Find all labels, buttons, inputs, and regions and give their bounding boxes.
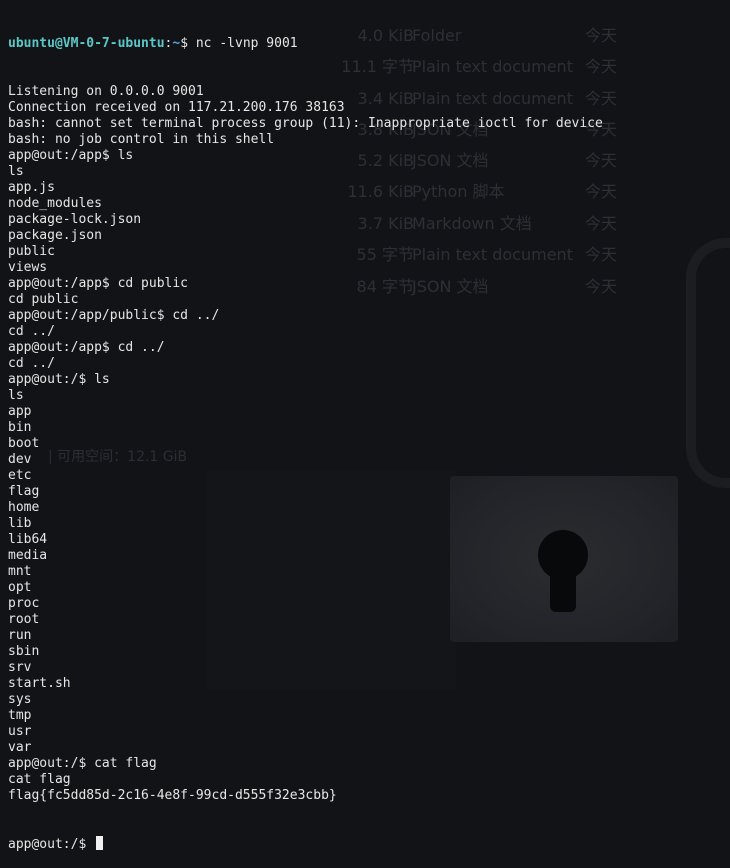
terminal-line: run xyxy=(8,628,32,643)
terminal-line: ls xyxy=(8,388,24,403)
terminal-line: lib64 xyxy=(8,532,48,547)
terminal-line: usr xyxy=(8,724,32,739)
terminal-line: app@out:/app$ cd ../ xyxy=(8,340,165,355)
prompt-user-host: ubuntu@VM-0-7-ubuntu xyxy=(8,36,165,51)
terminal-line: mnt xyxy=(8,564,32,579)
terminal-line: cd ../ xyxy=(8,356,55,371)
terminal-lines: Listening on 0.0.0.0 9001 Connection rece… xyxy=(8,84,730,804)
terminal-line: tmp xyxy=(8,708,32,723)
terminal-line: home xyxy=(8,500,40,515)
text-cursor xyxy=(96,836,104,850)
terminal-line: sys xyxy=(8,692,32,707)
terminal-line: package-lock.json xyxy=(8,212,142,227)
terminal-line: app@out:/$ cat flag xyxy=(8,756,157,771)
terminal-active-prompt[interactable]: app@out:/$ xyxy=(8,836,730,852)
prompt-symbol: $ xyxy=(180,36,189,51)
terminal-line: sbin xyxy=(8,644,40,659)
terminal-line: views xyxy=(8,260,48,275)
terminal-line: boot xyxy=(8,436,40,451)
terminal-line: app@out:/app$ ls xyxy=(8,148,134,163)
terminal-line: cd ../ xyxy=(8,324,55,339)
terminal-line: etc xyxy=(8,468,32,483)
terminal-line: flag xyxy=(8,484,40,499)
terminal-line: app xyxy=(8,404,32,419)
terminal-line-first-prompt: ubuntu@VM-0-7-ubuntu:~$ nc -lvnp 9001 xyxy=(8,36,730,52)
terminal-line: opt xyxy=(8,580,32,595)
terminal-line: public xyxy=(8,244,55,259)
terminal-line: cd public xyxy=(8,292,79,307)
terminal-line: media xyxy=(8,548,48,563)
terminal-line: srv xyxy=(8,660,32,675)
terminal-line: cat flag xyxy=(8,772,71,787)
terminal-line: Listening on 0.0.0.0 9001 xyxy=(8,84,204,99)
terminal-line: ls xyxy=(8,164,24,179)
terminal-line: app@out:/$ ls xyxy=(8,372,110,387)
terminal-line: package.json xyxy=(8,228,102,243)
prompt-command: nc -lvnp 9001 xyxy=(188,36,298,51)
terminal-line: bash: cannot set terminal process group … xyxy=(8,116,603,131)
terminal-line: app@out:/app/public$ cd ../ xyxy=(8,308,220,323)
terminal-output[interactable]: ubuntu@VM-0-7-ubuntu:~$ nc -lvnp 9001 Li… xyxy=(8,4,730,868)
terminal-line: app.js xyxy=(8,180,55,195)
active-prompt-text: app@out:/$ xyxy=(8,837,95,852)
terminal-line: node_modules xyxy=(8,196,102,211)
terminal-line: start.sh xyxy=(8,676,71,691)
terminal-line: lib xyxy=(8,516,32,531)
terminal-line: var xyxy=(8,740,32,755)
terminal-line: bin xyxy=(8,420,32,435)
terminal-line: root xyxy=(8,612,40,627)
terminal-line: bash: no job control in this shell xyxy=(8,132,275,147)
terminal-line: Connection received on 117.21.200.176 38… xyxy=(8,100,345,115)
terminal-line: app@out:/app$ cd public xyxy=(8,276,189,291)
terminal-line: dev xyxy=(8,452,32,467)
terminal-line: proc xyxy=(8,596,40,611)
terminal-line: flag{fc5dd85d-2c16-4e8f-99cd-d555f32e3cb… xyxy=(8,788,337,803)
